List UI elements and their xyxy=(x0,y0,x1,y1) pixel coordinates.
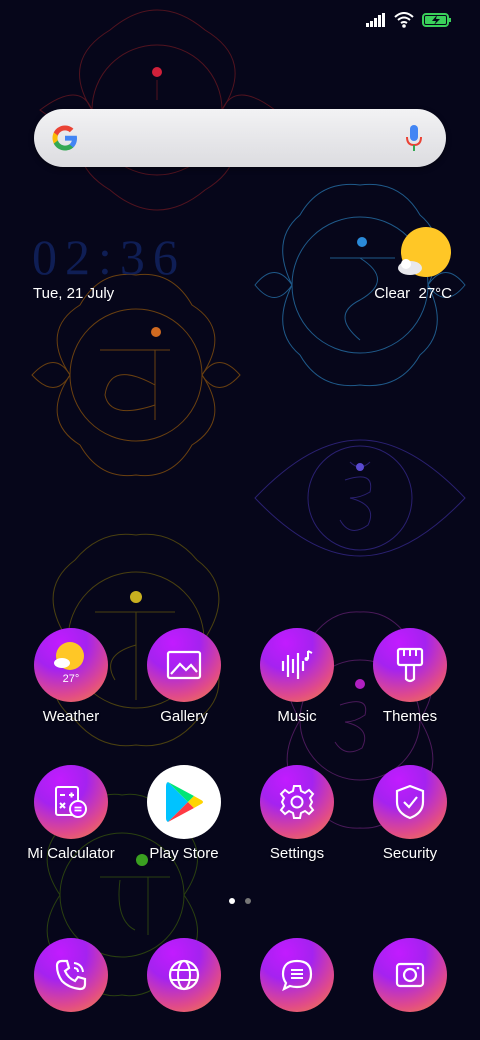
app-label: Security xyxy=(382,845,438,862)
dock-browser[interactable] xyxy=(147,938,221,1012)
mic-icon[interactable] xyxy=(404,123,424,153)
clock-date[interactable]: Tue, 21 July xyxy=(33,285,114,302)
weather-widget[interactable]: Clear 27°C xyxy=(292,226,452,306)
shield-icon xyxy=(373,765,447,839)
page-dot-active[interactable] xyxy=(229,898,235,904)
dock-phone[interactable] xyxy=(34,938,108,1012)
status-bar xyxy=(366,12,452,28)
weather-condition: Clear 27°C xyxy=(374,285,452,302)
app-play-store[interactable]: Play Store xyxy=(128,765,240,880)
brush-icon xyxy=(373,628,447,702)
app-weather[interactable]: 27° Weather xyxy=(15,628,127,743)
camera-icon xyxy=(373,938,447,1012)
gallery-icon xyxy=(147,628,221,702)
sun-cloud-icon xyxy=(398,227,451,277)
calculator-icon xyxy=(34,765,108,839)
app-label: Weather xyxy=(42,708,100,725)
app-mi-calculator[interactable]: Mi Calculator xyxy=(15,765,127,880)
app-label: Themes xyxy=(382,708,438,725)
weather-icon: 27° xyxy=(34,628,108,702)
play-store-icon xyxy=(147,765,221,839)
app-gallery[interactable]: Gallery xyxy=(128,628,240,743)
app-label: Settings xyxy=(269,845,325,862)
battery-charging-icon xyxy=(422,13,451,27)
dock-camera[interactable] xyxy=(373,938,447,1012)
app-label: Play Store xyxy=(149,845,219,862)
phone-icon xyxy=(34,938,108,1012)
app-label: Gallery xyxy=(160,708,208,725)
dock-messages[interactable] xyxy=(260,938,334,1012)
page-dot[interactable] xyxy=(245,898,251,904)
app-music[interactable]: Music xyxy=(241,628,353,743)
weather-badge: 27° xyxy=(63,673,80,685)
app-security[interactable]: Security xyxy=(354,765,466,880)
google-search-bar[interactable] xyxy=(34,109,446,167)
app-themes[interactable]: Themes xyxy=(354,628,466,743)
music-icon xyxy=(260,628,334,702)
clock-time[interactable]: 02:36 xyxy=(32,228,186,286)
message-icon xyxy=(260,938,334,1012)
app-settings[interactable]: Settings xyxy=(241,765,353,880)
signal-icon xyxy=(366,13,385,27)
app-label: Mi Calculator xyxy=(27,845,115,862)
page-indicator[interactable] xyxy=(229,898,251,904)
google-g-icon xyxy=(52,125,77,151)
globe-icon xyxy=(147,938,221,1012)
gear-icon xyxy=(260,765,334,839)
wifi-icon xyxy=(394,12,414,28)
app-label: Music xyxy=(277,708,317,725)
